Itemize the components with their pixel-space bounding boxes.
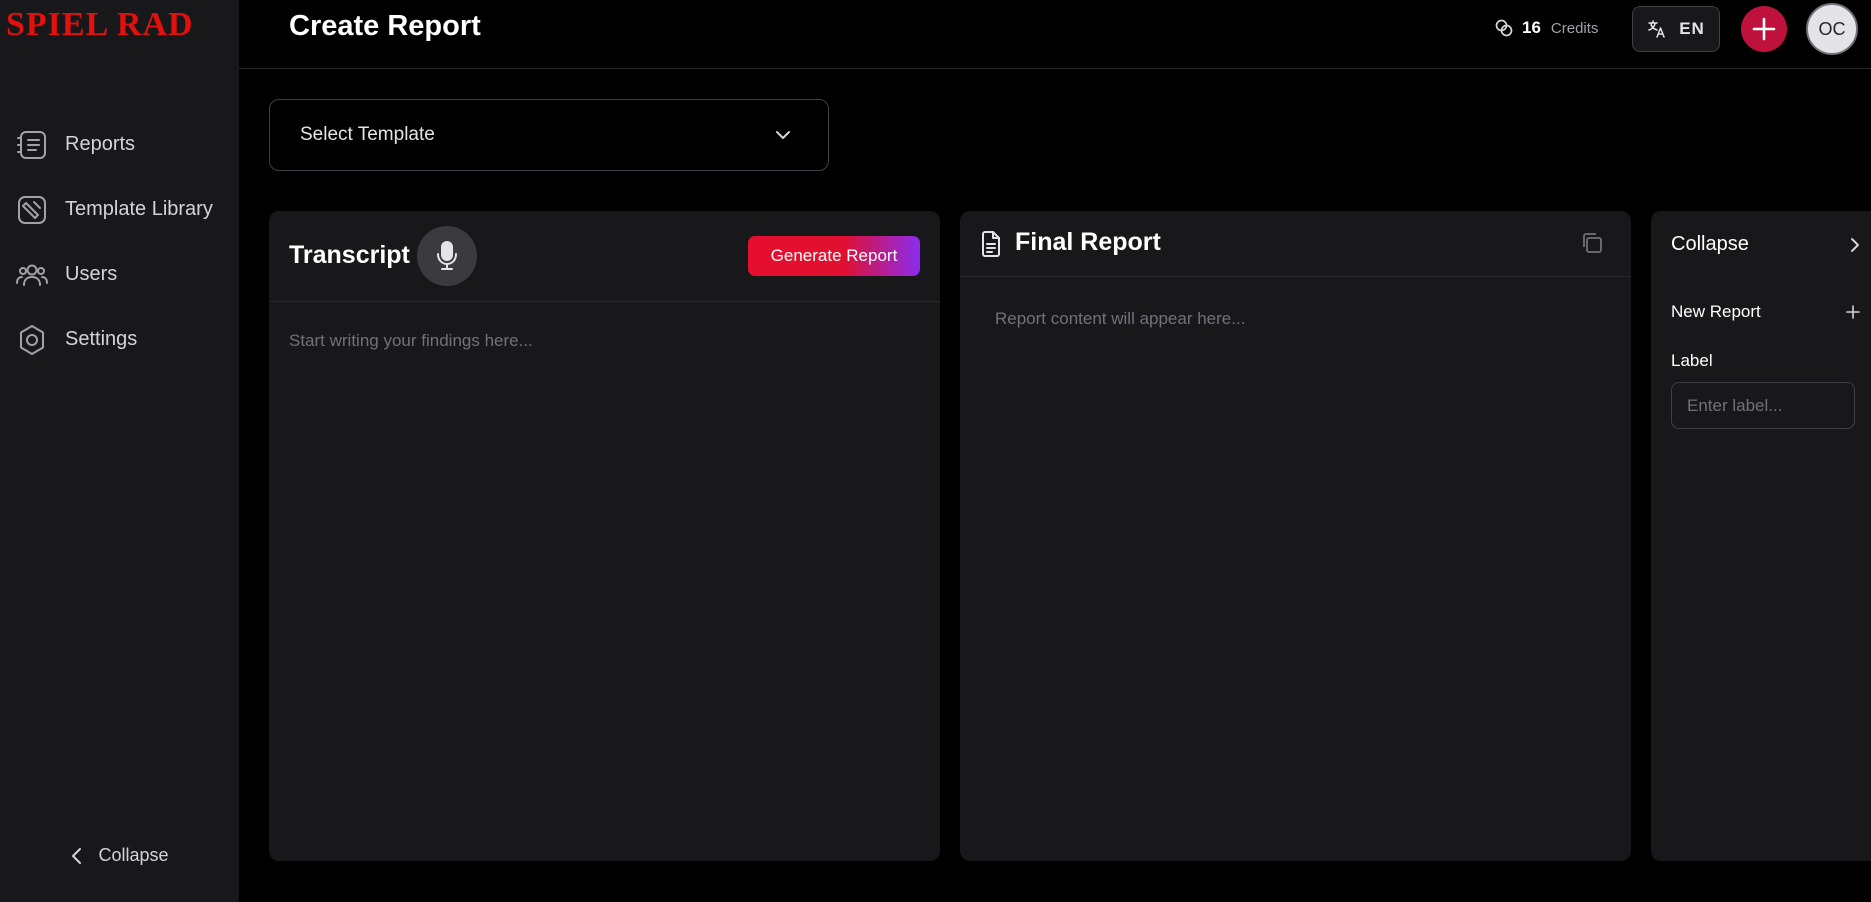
final-report-header: Final Report [960, 211, 1631, 277]
new-report-label: New Report [1671, 302, 1761, 321]
side-panel-collapse-button[interactable]: Collapse [1671, 233, 1861, 256]
plus-icon [1845, 304, 1861, 320]
sidebar: SPIEL RAD Reports Template Library Users… [0, 0, 239, 902]
sidebar-item-label: Reports [65, 133, 136, 155]
new-report-button[interactable]: New Report [1671, 302, 1861, 322]
sidebar-item-users[interactable]: Users [0, 242, 239, 307]
label-field-title: Label [1671, 351, 1713, 370]
final-report-placeholder: Report content will appear here... [995, 309, 1246, 328]
final-report-title: Final Report [1015, 228, 1161, 256]
credits-label: Credits [1550, 19, 1599, 37]
template-library-icon [14, 192, 50, 228]
copy-icon[interactable] [1580, 231, 1604, 255]
gear-icon [14, 322, 50, 358]
users-icon [14, 257, 50, 293]
credits-count: 16 [1522, 18, 1541, 37]
sidebar-item-label: Users [65, 263, 118, 285]
chevron-down-icon [774, 129, 792, 141]
report-side-panel: Collapse New Report Label [1651, 211, 1871, 861]
avatar[interactable]: OC [1806, 3, 1858, 55]
translate-icon [1647, 19, 1667, 39]
language-code: EN [1679, 19, 1705, 38]
top-header: Create Report 16 Credits EN OC [239, 0, 1871, 69]
coins-icon [1494, 18, 1514, 38]
add-button[interactable] [1741, 6, 1787, 52]
sidebar-item-settings[interactable]: Settings [0, 307, 239, 372]
document-icon [980, 231, 1002, 257]
chevron-left-icon [70, 846, 84, 866]
app-root: SPIEL RAD Reports Template Library Users… [0, 0, 1871, 902]
language-button[interactable]: EN [1632, 6, 1720, 52]
sidebar-item-label: Settings [65, 328, 138, 350]
transcript-panel: Transcript Generate Report [269, 211, 940, 861]
page-title: Create Report [289, 10, 481, 42]
label-input[interactable] [1671, 382, 1855, 429]
template-select[interactable]: Select Template [269, 99, 829, 171]
sidebar-item-reports[interactable]: Reports [0, 112, 239, 177]
credits-indicator: 16 Credits [1494, 16, 1598, 40]
template-select-value: Select Template [300, 124, 435, 145]
reports-list-icon [14, 127, 50, 163]
sidebar-collapse-label: Collapse [98, 845, 169, 865]
transcript-title: Transcript [289, 241, 410, 269]
plus-icon [1751, 16, 1777, 42]
microphone-button[interactable] [417, 226, 477, 286]
side-panel-collapse-label: Collapse [1671, 233, 1749, 255]
transcript-header: Transcript Generate Report [269, 211, 940, 302]
logo: SPIEL RAD [6, 6, 194, 43]
final-report-panel: Final Report Report content will appear … [960, 211, 1631, 861]
transcript-textarea[interactable] [269, 303, 940, 859]
sidebar-item-label: Template Library [65, 198, 213, 220]
generate-report-button[interactable]: Generate Report [748, 236, 920, 276]
chevron-right-icon [1849, 236, 1861, 254]
sidebar-collapse-button[interactable]: Collapse [0, 845, 239, 866]
sidebar-nav: Reports Template Library Users Settings [0, 112, 239, 372]
microphone-icon [435, 240, 459, 272]
sidebar-item-template-library[interactable]: Template Library [0, 177, 239, 242]
